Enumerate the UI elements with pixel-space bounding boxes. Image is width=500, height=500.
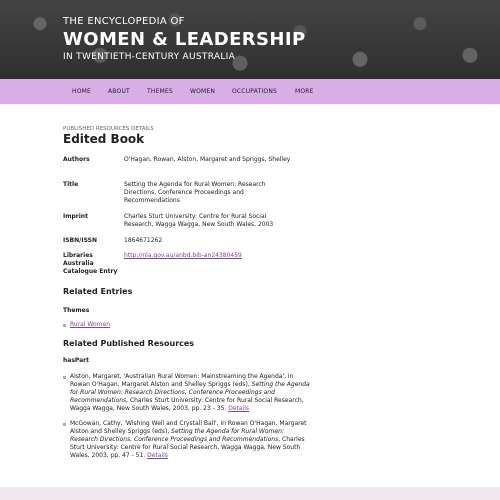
site-title-line2: WOMEN & LEADERSHIP [63,29,306,50]
main-content: PUBLISHED RESOURCES DETAILS Edited Book … [0,104,500,487]
details-link[interactable]: Details [228,405,249,412]
haspart-heading: hasPart [63,357,90,364]
site-title-line1: THE ENCYCLOPEDIA OF [63,16,185,27]
imprint-label: Imprint [63,213,88,220]
bullet [63,376,66,379]
bullet [63,423,66,426]
themes-heading: Themes [63,307,90,314]
published-item: Alston, Margaret, 'Australian Rural Wome… [63,373,313,413]
authors-label: Authors [63,156,90,163]
isbn-label: ISBN/ISSN [63,237,97,244]
related-published-heading: Related Published Resources [63,339,195,348]
footer [0,487,500,500]
details-link[interactable]: Details [147,452,168,459]
site-banner: THE ENCYCLOPEDIA OF WOMEN & LEADERSHIP I… [0,0,500,79]
nav-women[interactable]: WOMEN [190,88,215,95]
theme-link-rural-women[interactable]: Rural Women [70,321,110,328]
nav-about[interactable]: ABOUT [108,88,130,95]
bullet [63,324,66,327]
related-entries-heading: Related Entries [63,287,133,296]
authors-value: O'Hagan, Rowan, Alston, Margaret and Spr… [124,156,291,163]
nav-themes[interactable]: THEMES [147,88,173,95]
site-title[interactable]: THE ENCYCLOPEDIA OF WOMEN & LEADERSHIP I… [63,16,306,62]
libraries-value: http://nla.gov.au/anbd.bib-an24380459 [124,252,294,260]
libraries-link[interactable]: http://nla.gov.au/anbd.bib-an24380459 [124,252,242,259]
title-value: Setting the Agenda for Rural Women: Rese… [124,181,266,204]
main-nav: HOME ABOUT THEMES WOMEN OCCUPATIONS MORE [0,79,500,104]
imprint-value: Charles Sturt University: Centre for Rur… [124,213,274,228]
nav-home[interactable]: HOME [72,88,91,95]
nav-more[interactable]: MORE [295,88,314,95]
libraries-label: Libraries Australia Catalogue Entry [63,252,118,275]
isbn-value: 1864671262 [124,237,163,244]
theme-list-item: Rural Women [63,321,313,329]
title-label: Title [63,181,79,188]
published-item: McGowan, Cathy, 'Wishing Well and Crysta… [63,420,313,460]
nav-occupations[interactable]: OCCUPATIONS [232,88,277,95]
page-title: Edited Book [63,132,145,146]
site-title-line3: IN TWENTIETH-CENTURY AUSTRALIA [63,52,236,62]
